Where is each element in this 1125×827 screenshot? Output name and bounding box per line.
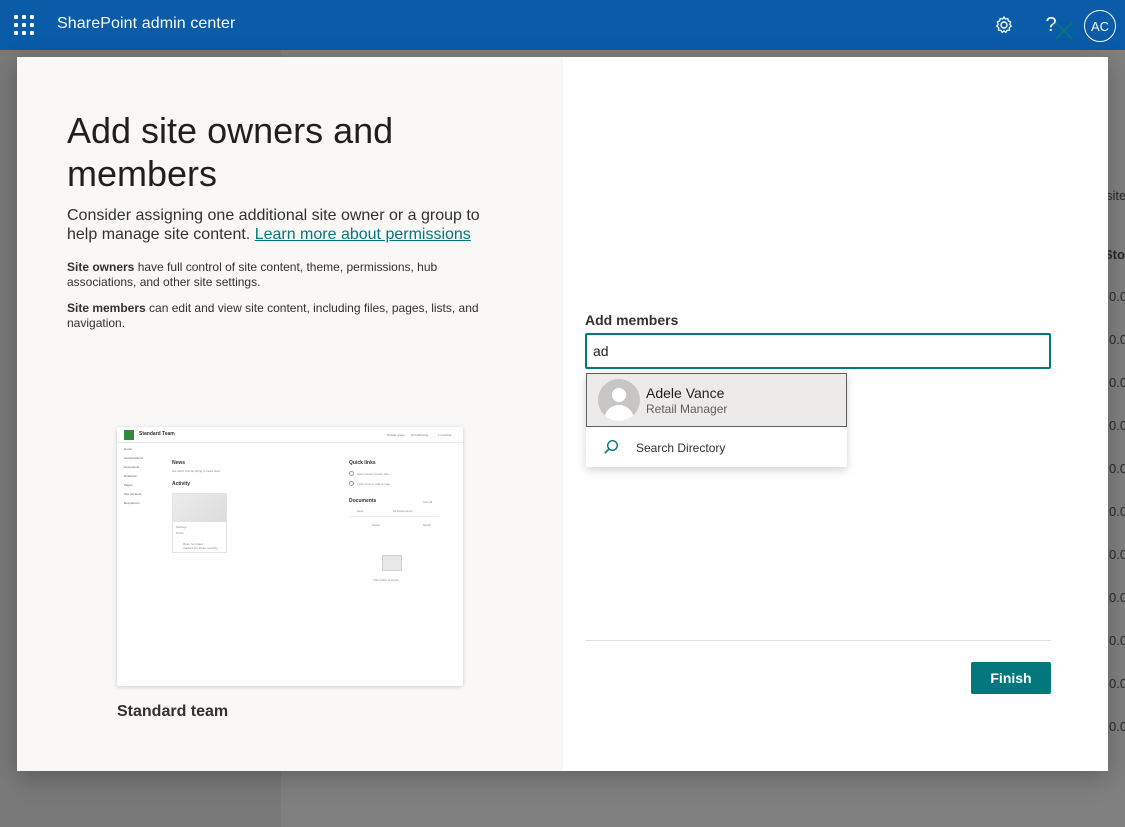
background-fragment: 0.0 [1109,289,1125,304]
preview-card-text: Settings [176,525,187,529]
background-fragment: 0.0 [1109,676,1125,691]
user-avatar[interactable]: AC [1084,10,1116,42]
background-fragment: 0.0 [1109,633,1125,648]
search-icon [604,439,619,454]
background-fragment: 0.0 [1109,461,1125,476]
preview-documents-see-all: See all [423,500,433,504]
background-fragment: 0.0 [1109,547,1125,562]
waffle-icon[interactable] [14,15,34,35]
learn-more-permissions-link[interactable]: Learn more about permissions [255,226,471,243]
preview-title: Standard Team [139,431,175,437]
preview-nav-item: Home [124,447,133,451]
preview-quick-link: Learn how to add a page [357,482,391,486]
members-term: Site members [67,301,146,315]
preview-card-text: Notes [176,531,184,535]
add-members-dialog: Add site owners and members Consider ass… [17,57,1108,771]
preview-nav-item: Recycle bin [124,501,140,505]
preview-doc-col-modified: Modif [423,523,431,527]
template-preview: Standard Team Private group Not followin… [117,427,463,686]
preview-card-image [173,494,226,522]
preview-nav-item: Notebook [124,474,137,478]
members-note: Site members can edit and view site cont… [67,301,507,331]
preview-quick-links-heading: Quick links [349,460,376,466]
preview-link-icon [349,481,354,486]
background-fragment: 0.0 [1109,418,1125,433]
preview-nav-item: Documents [124,465,140,469]
preview-top-text: Private group [387,433,405,437]
finish-button[interactable]: Finish [971,662,1051,694]
suggestion-name: Adele Vance [646,385,725,401]
search-directory-label: Search Directory [636,441,726,455]
suggestion-item[interactable]: Adele Vance Retail Manager [586,373,847,427]
background-fragment: 0.0 [1109,590,1125,605]
footer-divider [585,640,1051,641]
preview-empty-folder-text: This folder is empty [373,578,400,582]
preview-news-heading: News [172,460,186,466]
preview-doc-col-name: Name [372,523,381,527]
preview-nav-item: Conversations [124,456,144,460]
background-fragment: 0.0 [1109,504,1125,519]
background-fragment: 0.0 [1109,719,1125,734]
preview-documents-heading: Documents [349,498,377,504]
gear-icon[interactable] [991,12,1017,38]
preview-documents-new: New [357,509,364,513]
preview-nav-item: Site contents [124,492,142,496]
dialog-info-panel: Add site owners and members Consider ass… [17,57,563,771]
close-button[interactable] [1053,20,1075,42]
preview-top-text: 1 member [438,433,452,437]
preview-logo [124,430,134,440]
search-directory-button[interactable]: Search Directory [586,429,847,467]
preview-documents-all: All Documents [393,509,413,513]
suggestion-role: Retail Manager [646,402,728,416]
preview-divider [349,516,439,517]
close-icon [1055,22,1073,40]
dialog-heading: Add site owners and members [67,110,394,194]
app-title[interactable]: SharePoint admin center [57,15,235,33]
preview-link-icon [349,471,354,476]
preview-empty-folder-icon [382,555,402,571]
preview-nav-item: Pages [124,483,133,487]
intro-text: Consider assigning one additional site o… [67,206,507,244]
preview-news-text: We didn't find anything in news feed. [172,469,221,473]
background-fragment: 0.0 [1109,375,1125,390]
preview-quick-link: Learn about a team site [357,472,389,476]
suite-bar: SharePoint admin center ? AC [0,0,1125,50]
avatar [598,379,640,421]
preview-card-person-sub: Viewed the folder recently [183,546,218,550]
owners-term: Site owners [67,260,135,274]
background-fragment: 0.0 [1109,332,1125,347]
preview-activity-card: Settings Notes Ryan Gonzalez Viewed the … [172,493,227,553]
people-suggestions-dropdown: Adele Vance Retail Manager Search Direct… [586,373,847,467]
preview-top-text: Not following [411,433,429,437]
preview-divider [117,442,463,443]
preview-activity-heading: Activity [172,481,191,487]
add-members-label: Add members [585,312,679,328]
owners-note: Site owners have full control of site co… [67,260,507,290]
add-members-input[interactable] [585,333,1051,369]
background-fragment: site [1106,188,1125,203]
template-name: Standard team [117,703,229,720]
